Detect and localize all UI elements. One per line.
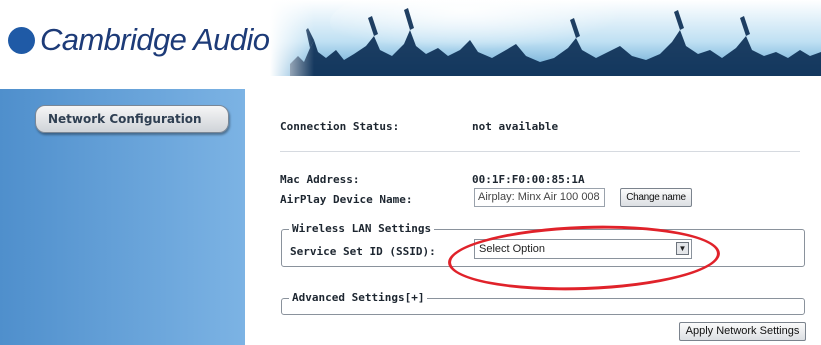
network-settings-panel: Connection Status: not available Mac Add… bbox=[245, 89, 821, 345]
wireless-lan-settings-legend: Wireless LAN Settings bbox=[289, 222, 435, 235]
header: Cambridge Audio bbox=[0, 0, 821, 76]
sidebar: Network Configuration bbox=[0, 89, 245, 345]
ssid-label: Service Set ID (SSID): bbox=[290, 245, 436, 258]
airplay-device-name-field[interactable]: Airplay: Minx Air 100 008 bbox=[474, 188, 605, 207]
airplay-device-name-label: AirPlay Device Name: bbox=[280, 193, 413, 206]
brand-name: Cambridge Audio bbox=[40, 22, 270, 57]
advanced-settings-toggle[interactable]: Advanced Settings[+] bbox=[289, 291, 428, 304]
connection-status-value: not available bbox=[472, 120, 559, 133]
mac-address-value: 00:1F:F0:00:85:1A bbox=[472, 173, 585, 186]
divider bbox=[280, 151, 800, 152]
brand-logo[interactable]: Cambridge Audio bbox=[8, 22, 270, 58]
apply-network-settings-button[interactable]: Apply Network Settings bbox=[679, 322, 806, 341]
sidebar-item-network-configuration[interactable]: Network Configuration bbox=[35, 105, 229, 133]
mac-address-label: Mac Address: bbox=[280, 173, 360, 186]
concert-crowd-banner bbox=[270, 0, 821, 76]
logo-mark-icon bbox=[8, 26, 35, 54]
connection-status-label: Connection Status: bbox=[280, 120, 400, 133]
change-name-button[interactable]: Change name bbox=[620, 188, 692, 207]
